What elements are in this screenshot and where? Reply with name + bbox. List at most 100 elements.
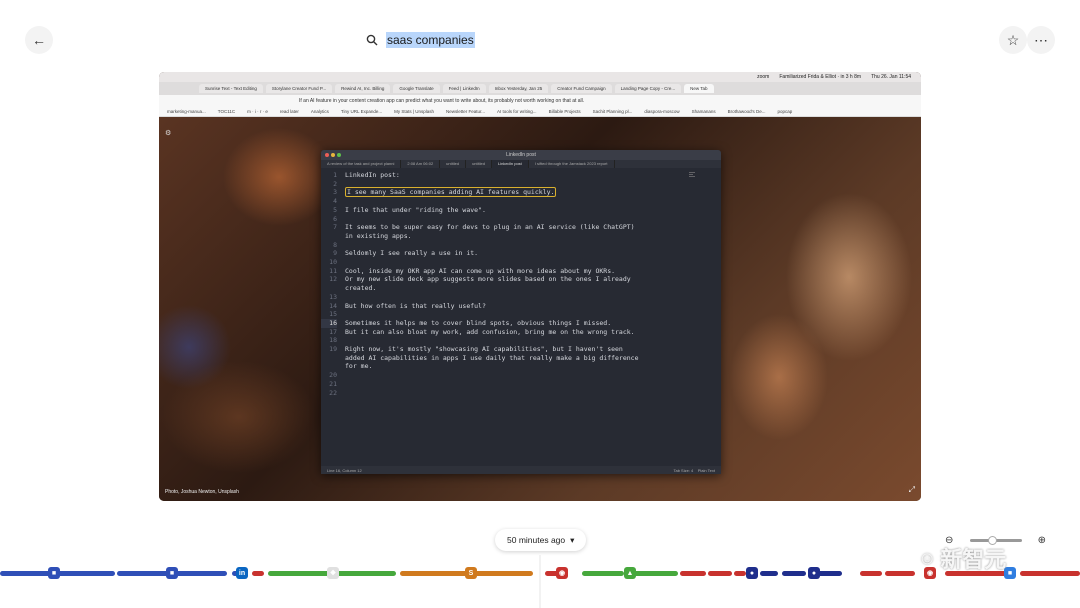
editor-text: LinkedIn post: I see many SaaS companies… [341, 171, 721, 397]
search-query[interactable]: saas companies [386, 32, 475, 48]
gear-icon: ⚙ [165, 130, 172, 137]
editor-tab: untitled [440, 160, 467, 168]
timeline-segment[interactable] [1020, 571, 1080, 576]
watermark: ☺ 新智元 [918, 542, 1006, 574]
timeline-segment[interactable] [252, 571, 264, 576]
favorite-button[interactable]: ☆ [999, 26, 1027, 54]
bookmarks-bar: marketing-manua... TOC11C m · i · r · e … [159, 107, 921, 117]
bookmark: m · i · r · e [247, 109, 268, 114]
bookmark: Billable Projects [548, 109, 581, 114]
timeline-segment[interactable] [734, 571, 746, 576]
timeline-segment[interactable] [680, 571, 706, 576]
browser-tab: Inbox Yesterday, Jan 25 [488, 84, 549, 93]
bookmark: Shamanans [691, 109, 716, 114]
app-icon[interactable]: ● [746, 567, 758, 579]
editor-tab: 2:08 Am 06:02 [401, 160, 441, 168]
app-icon[interactable]: ■ [166, 567, 178, 579]
line-number: 16 [321, 318, 337, 328]
line-number: 2 [333, 179, 337, 188]
wechat-icon: ☺ [918, 547, 937, 568]
line-number: 4 [333, 197, 337, 206]
menubar-event: Familiarized Frida & Elliot · in 3 h 8m [779, 74, 862, 80]
timeline-cursor[interactable] [539, 555, 541, 608]
timeline-segment[interactable] [760, 571, 778, 576]
line-number [321, 232, 337, 241]
editor-line: I see many SaaS companies adding AI feat… [345, 187, 721, 198]
editor-tab: LinkedIn post [491, 160, 529, 168]
zoom-in-icon[interactable]: ⊕ [1038, 535, 1046, 546]
timeline-segment[interactable] [885, 571, 915, 576]
brave-icon[interactable]: ◉ [556, 567, 568, 579]
editor-tab: A review of the task and project planni [321, 160, 402, 168]
tab-size: Tab Size: 4 [673, 467, 694, 473]
linkedin-icon[interactable]: in [236, 567, 248, 579]
browser-tab: Feed | LinkedIn [442, 84, 486, 93]
editor-titlebar: LinkedIn post [321, 150, 721, 160]
back-button[interactable]: ← [25, 26, 53, 54]
line-number: 8 [333, 240, 337, 249]
editor-line: Sometimes it helps me to cover blind spo… [345, 318, 612, 327]
bookmark: diaspora-moscow [644, 109, 680, 114]
timeline-segment[interactable] [782, 571, 806, 576]
line-number: 3 [333, 188, 337, 197]
address-text: If an AI feature in your content creatio… [299, 98, 585, 104]
editor-line: in existing apps. [345, 231, 412, 240]
mac-menubar: zoom Familiarized Frida & Elliot · in 3 … [159, 72, 921, 82]
line-number: 20 [329, 371, 337, 380]
text-editor-window: LinkedIn post A review of the task and p… [321, 150, 721, 474]
line-number: 14 [329, 301, 337, 310]
bookmark: Analytics [310, 109, 329, 114]
timeline-segment[interactable] [708, 571, 732, 576]
line-number [321, 354, 337, 363]
time-label: 50 minutes ago [507, 535, 566, 545]
window-controls [325, 153, 341, 157]
line-number: 7 [333, 223, 337, 232]
line-number: 6 [333, 214, 337, 223]
google-drive-icon[interactable]: ▲ [624, 567, 636, 579]
editor-line: LinkedIn post: [345, 171, 400, 179]
timeline-segment[interactable] [860, 571, 882, 576]
bookmark: AI tools for writing... [497, 109, 537, 114]
photo-credit: Photo, Joshua Newton, Unsplash [165, 489, 239, 495]
star-icon: ☆ [1006, 31, 1020, 48]
line-number [321, 362, 337, 371]
line-number: 18 [329, 336, 337, 345]
search-bar[interactable]: saas companies [366, 30, 475, 50]
app-icon[interactable]: ● [808, 567, 820, 579]
close-dot-icon [325, 153, 329, 157]
slack-icon[interactable]: ❖ [327, 567, 339, 579]
browser-tab: New Tab [684, 84, 714, 93]
editor-tab: I sifted through the Jamstack 2023 repor… [529, 160, 615, 168]
bookmark: Newsletter Featur... [446, 109, 486, 114]
timeline-segment[interactable] [582, 571, 624, 576]
editor-line: added AI capabilities in apps I use dail… [345, 353, 639, 362]
bookmark: read later [279, 109, 299, 114]
captured-screenshot[interactable]: zoom Familiarized Frida & Elliot · in 3 … [159, 72, 921, 501]
line-number: 9 [333, 249, 337, 258]
browser-tab-strip: Sunrise Text - Text Editing Storylane Cr… [159, 82, 921, 95]
browser-tab: Rewind AI, Inc. Billing [335, 84, 391, 93]
bookmark: Sachit Planning pl... [592, 109, 633, 114]
bookmark: popcap [777, 109, 793, 114]
expand-icon[interactable]: ⤢ [909, 485, 915, 495]
line-number: 5 [333, 205, 337, 214]
browser-address-bar: If an AI feature in your content creatio… [159, 95, 921, 107]
line-number: 13 [329, 292, 337, 301]
more-button[interactable]: ⋯ [1027, 26, 1055, 54]
sublime-text-icon[interactable]: S [465, 567, 477, 579]
editor-line: Or my new slide deck app suggests more s… [345, 275, 631, 284]
app-icon[interactable]: ■ [48, 567, 60, 579]
browser-tab: Creator Fund Campaign [551, 84, 612, 93]
line-number: 12 [329, 275, 337, 284]
editor-line: But it can also bloat my work, add confu… [345, 327, 635, 336]
browser-tab: Google Translate [393, 84, 440, 93]
line-number: 22 [329, 388, 337, 397]
line-number: 15 [329, 310, 337, 319]
time-dropdown[interactable]: 50 minutes ago ▾ [495, 529, 587, 551]
browser-tab: Sunrise Text - Text Editing [199, 84, 263, 93]
